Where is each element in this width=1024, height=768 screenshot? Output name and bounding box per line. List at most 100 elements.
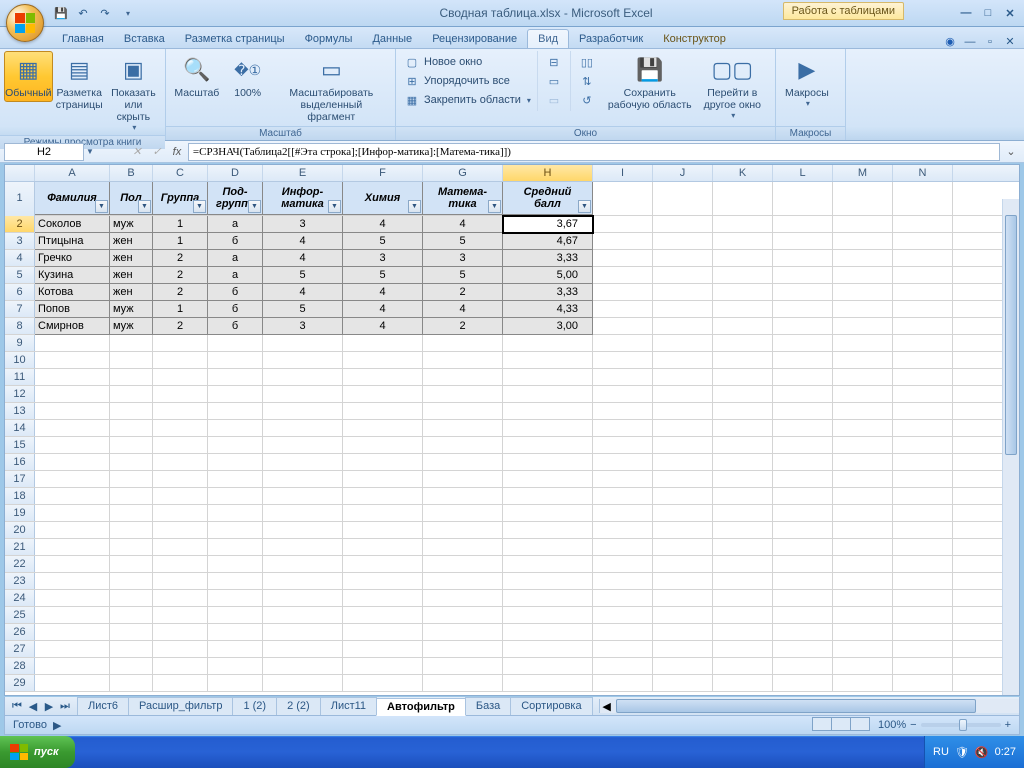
cell[interactable]: 3: [263, 216, 343, 233]
cell[interactable]: [423, 369, 503, 385]
cell[interactable]: [35, 590, 110, 606]
cell[interactable]: 4: [423, 216, 503, 233]
cell[interactable]: [653, 590, 713, 606]
ribbon-tab-7[interactable]: Разработчик: [569, 30, 653, 48]
cell[interactable]: [110, 352, 153, 368]
redo-icon[interactable]: ↷: [96, 4, 114, 22]
cell[interactable]: [35, 641, 110, 657]
cell[interactable]: 4,67: [503, 233, 593, 250]
cell[interactable]: [773, 437, 833, 453]
cell[interactable]: а: [208, 250, 263, 267]
horizontal-scrollbar[interactable]: ◀: [599, 699, 1019, 713]
cell[interactable]: [208, 420, 263, 436]
row-header[interactable]: 12: [5, 386, 35, 402]
scrollbar-thumb[interactable]: [616, 699, 976, 713]
row-header[interactable]: 17: [5, 471, 35, 487]
name-box-dropdown-icon[interactable]: ▼: [86, 147, 94, 156]
cell[interactable]: [423, 539, 503, 555]
normal-view-button[interactable]: ▦Обычный: [4, 51, 53, 102]
cell[interactable]: [423, 403, 503, 419]
cell[interactable]: Птицына: [35, 233, 110, 250]
table-column-header[interactable]: Инфор- матика▼: [263, 182, 343, 215]
cell[interactable]: [208, 539, 263, 555]
cell[interactable]: [343, 403, 423, 419]
cell[interactable]: [713, 556, 773, 572]
cell[interactable]: [593, 641, 653, 657]
row-header[interactable]: 3: [5, 233, 35, 249]
cell[interactable]: [423, 437, 503, 453]
cell[interactable]: [833, 369, 893, 385]
cell[interactable]: [653, 386, 713, 402]
cell[interactable]: [713, 675, 773, 691]
macros-button[interactable]: ▶Макросы: [780, 51, 834, 111]
cell[interactable]: [35, 522, 110, 538]
cell[interactable]: [833, 641, 893, 657]
cell[interactable]: [503, 352, 593, 368]
cell[interactable]: [833, 658, 893, 674]
cell[interactable]: [653, 437, 713, 453]
cell[interactable]: [153, 522, 208, 538]
cell[interactable]: [653, 284, 713, 300]
cell[interactable]: [713, 403, 773, 419]
save-workspace-button[interactable]: 💾Сохранить рабочую область: [603, 51, 697, 114]
cell[interactable]: [713, 369, 773, 385]
cell[interactable]: [593, 420, 653, 436]
cell[interactable]: [893, 250, 953, 266]
cell[interactable]: [893, 267, 953, 283]
zoom-button[interactable]: 🔍Масштаб: [170, 51, 224, 102]
cell[interactable]: [503, 386, 593, 402]
cell[interactable]: [893, 216, 953, 232]
cell[interactable]: [208, 590, 263, 606]
cell[interactable]: [833, 352, 893, 368]
cell[interactable]: [893, 301, 953, 317]
cell[interactable]: [653, 675, 713, 691]
table-column-header[interactable]: Пол▼: [110, 182, 153, 215]
table-column-header[interactable]: Под- группа▼: [208, 182, 263, 215]
cell[interactable]: [713, 301, 773, 317]
cell[interactable]: [503, 624, 593, 640]
cell[interactable]: [653, 471, 713, 487]
row-header[interactable]: 20: [5, 522, 35, 538]
cell[interactable]: [263, 590, 343, 606]
expand-formula-icon[interactable]: ⌄: [1002, 145, 1020, 158]
cell[interactable]: [423, 488, 503, 504]
row-header[interactable]: 27: [5, 641, 35, 657]
cell[interactable]: [713, 658, 773, 674]
cell[interactable]: [893, 556, 953, 572]
column-header[interactable]: G: [423, 165, 503, 181]
cell[interactable]: [343, 641, 423, 657]
cell[interactable]: [503, 403, 593, 419]
cell[interactable]: [343, 352, 423, 368]
cell[interactable]: муж: [110, 318, 153, 335]
cell[interactable]: [110, 437, 153, 453]
cell[interactable]: [110, 488, 153, 504]
cell[interactable]: 4: [263, 284, 343, 301]
cell[interactable]: [593, 522, 653, 538]
mdi-minimize-button[interactable]: —: [962, 36, 978, 48]
cell[interactable]: [773, 573, 833, 589]
column-header[interactable]: I: [593, 165, 653, 181]
cell[interactable]: [653, 352, 713, 368]
cell[interactable]: б: [208, 318, 263, 335]
cell[interactable]: [208, 369, 263, 385]
zoom-slider[interactable]: [921, 723, 1001, 727]
cell[interactable]: [893, 658, 953, 674]
cell[interactable]: [153, 437, 208, 453]
row-header[interactable]: 2: [5, 216, 35, 232]
split-button[interactable]: ⊟: [542, 53, 566, 71]
filter-icon[interactable]: ▼: [488, 200, 501, 213]
cell[interactable]: [893, 233, 953, 249]
row-header[interactable]: 1: [5, 182, 35, 216]
enter-icon[interactable]: ✓: [148, 145, 166, 158]
sheet-prev-icon[interactable]: ◀: [25, 700, 41, 713]
filter-icon[interactable]: ▼: [248, 200, 261, 213]
cell[interactable]: 1: [153, 216, 208, 233]
tray-icon[interactable]: 🛡: [955, 746, 969, 759]
cell[interactable]: [503, 454, 593, 470]
cell[interactable]: [35, 454, 110, 470]
cell[interactable]: 2: [153, 318, 208, 335]
cell[interactable]: [153, 590, 208, 606]
cell[interactable]: [593, 284, 653, 300]
cell[interactable]: [110, 556, 153, 572]
cell[interactable]: [653, 641, 713, 657]
